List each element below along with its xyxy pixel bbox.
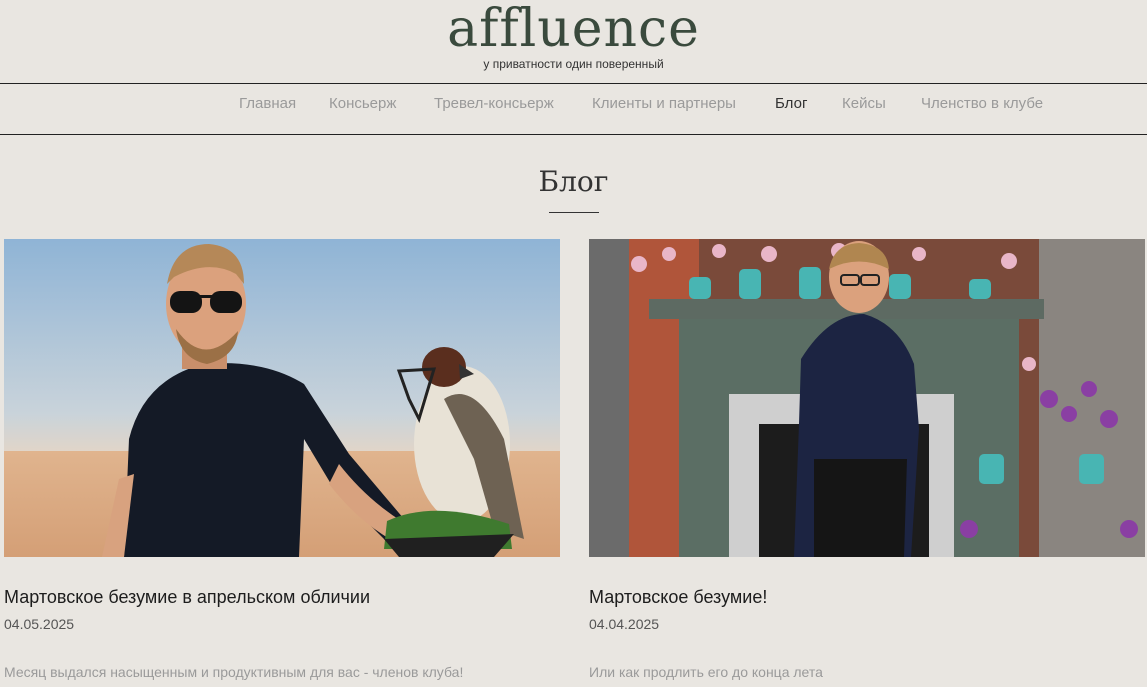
post-image-fireplace[interactable]: [589, 239, 1145, 557]
site-tagline: у приватности один поверенный: [483, 57, 664, 71]
fireplace-flowers-photo: [589, 239, 1145, 557]
post-date: 04.04.2025: [589, 616, 660, 632]
post-date: 04.05.2025: [4, 616, 75, 632]
main-nav: Главная Консьерж Тревел-консьерж Клиенты…: [0, 84, 1147, 134]
post-excerpt: Или как продлить его до конца лета: [589, 664, 823, 680]
nav-item-membership[interactable]: Членство в клубе: [921, 95, 1043, 112]
blog-card[interactable]: Мартовское безумие! 04.04.2025 Или как п…: [589, 239, 1145, 680]
post-title[interactable]: Мартовское безумие!: [589, 587, 767, 608]
page-title: Блог: [538, 165, 609, 198]
site-logo[interactable]: affluence: [0, 0, 1147, 64]
title-underline: [549, 212, 599, 213]
nav-item-concierge[interactable]: Консьерж: [329, 95, 396, 112]
nav-item-travel-concierge[interactable]: Тревел-консьерж: [434, 95, 554, 112]
nav-divider: [0, 134, 1147, 135]
nav-item-clients-partners[interactable]: Клиенты и партнеры: [592, 95, 736, 112]
post-title[interactable]: Мартовское безумие в апрельском обличии: [4, 587, 370, 608]
nav-item-home[interactable]: Главная: [239, 95, 296, 112]
site-header: affluence у приватности один поверенный: [0, 0, 1147, 83]
blog-card[interactable]: Мартовское безумие в апрельском обличии …: [4, 239, 560, 680]
post-image-falcon[interactable]: [4, 239, 560, 557]
nav-item-cases[interactable]: Кейсы: [842, 95, 886, 112]
post-excerpt: Месяц выдался насыщенным и продуктивным …: [4, 664, 464, 680]
nav-item-blog[interactable]: Блог: [775, 95, 807, 112]
falcon-desert-photo: [4, 239, 560, 557]
